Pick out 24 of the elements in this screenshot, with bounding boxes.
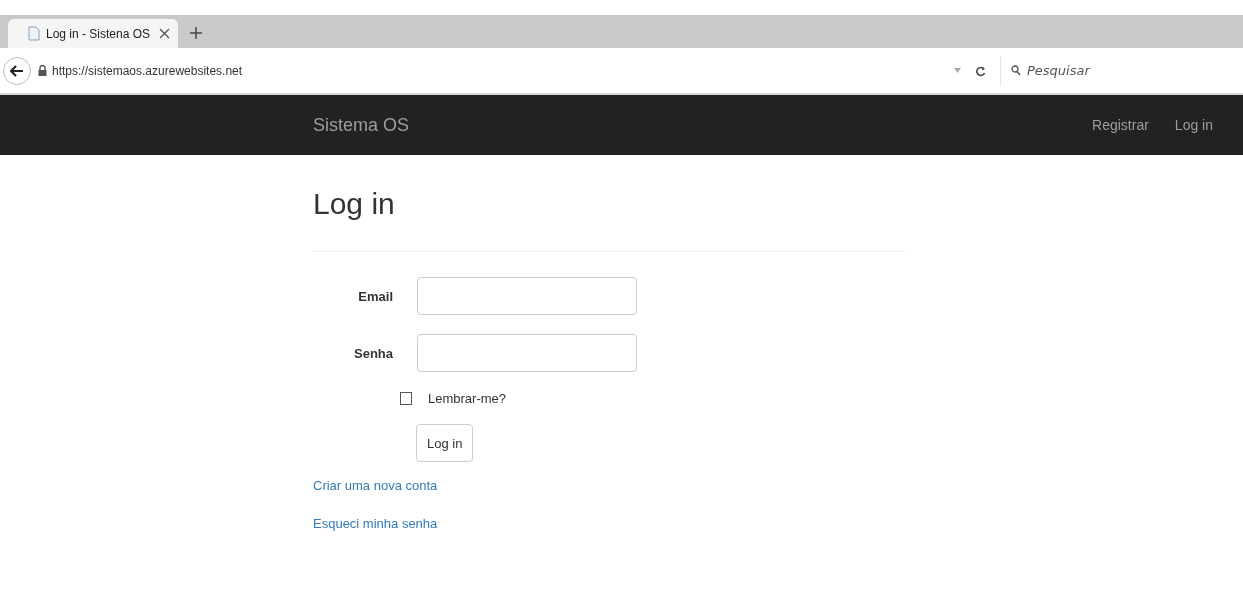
page-heading: Log in [313, 187, 396, 221]
remember-checkbox[interactable] [400, 392, 412, 405]
url-text[interactable]: https://sistemaos.azurewebsites.net [52, 63, 243, 78]
back-button[interactable] [3, 56, 31, 85]
page-icon [28, 26, 40, 41]
browser-tab[interactable]: Log in - Sistena OS [8, 19, 178, 48]
login-button[interactable]: Log in [416, 424, 474, 462]
brand-link[interactable]: Sistema OS [313, 114, 410, 136]
search-icon [1011, 65, 1021, 76]
field-label: Senha [353, 345, 393, 361]
input-field[interactable] [417, 334, 637, 372]
arrow-icon [10, 64, 24, 77]
nav-link[interactable]: Registrar [1092, 117, 1149, 133]
field-label: Email [357, 288, 393, 304]
lock-icon [38, 65, 47, 76]
input-field[interactable] [417, 277, 637, 315]
remember-label: Lembrar-me? [428, 391, 507, 406]
nav-link[interactable]: Log in [1174, 117, 1213, 133]
text-link[interactable]: Criar uma nova conta [313, 478, 438, 493]
new-tab-icon[interactable] [190, 27, 202, 39]
close-icon[interactable] [159, 28, 170, 39]
tab-title: Log in - Sistena OS [46, 26, 152, 41]
text-link[interactable]: Esqueci minha senha [313, 516, 438, 531]
reload-icon[interactable] [975, 64, 986, 77]
